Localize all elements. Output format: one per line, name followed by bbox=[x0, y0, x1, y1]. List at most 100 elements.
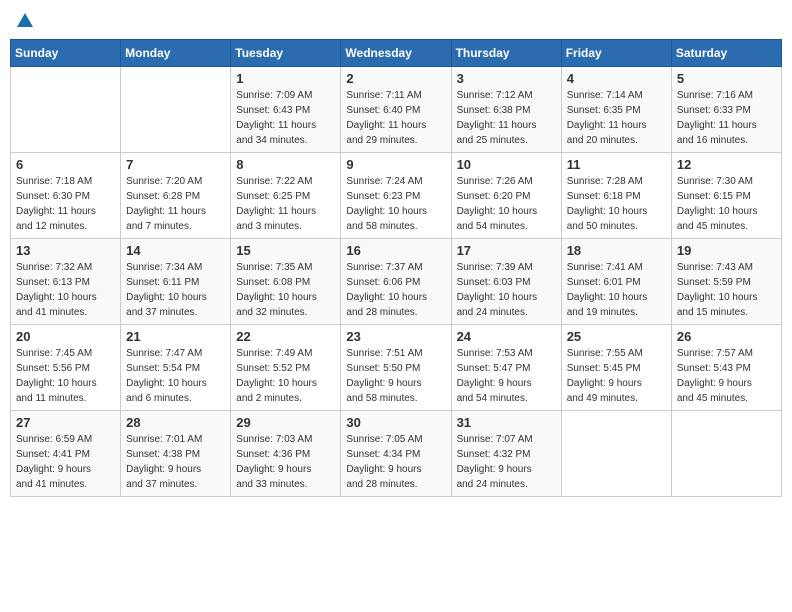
day-info: Sunrise: 7:49 AM Sunset: 5:52 PM Dayligh… bbox=[236, 346, 335, 406]
calendar-cell: 20 Sunrise: 7:45 AM Sunset: 5:56 PM Dayli… bbox=[11, 324, 121, 410]
calendar-table: SundayMondayTuesdayWednesdayThursdayFrid… bbox=[10, 39, 782, 497]
day-number: 15 bbox=[236, 243, 335, 258]
calendar-cell: 3 Sunrise: 7:12 AM Sunset: 6:38 PM Daylig… bbox=[451, 66, 561, 152]
calendar-cell: 14 Sunrise: 7:34 AM Sunset: 6:11 PM Dayli… bbox=[121, 238, 231, 324]
day-info: Sunrise: 7:51 AM Sunset: 5:50 PM Dayligh… bbox=[346, 346, 445, 406]
calendar-cell: 23 Sunrise: 7:51 AM Sunset: 5:50 PM Dayli… bbox=[341, 324, 451, 410]
day-number: 3 bbox=[457, 71, 556, 86]
day-info: Sunrise: 7:05 AM Sunset: 4:34 PM Dayligh… bbox=[346, 432, 445, 492]
calendar-cell: 9 Sunrise: 7:24 AM Sunset: 6:23 PM Daylig… bbox=[341, 152, 451, 238]
day-info: Sunrise: 7:35 AM Sunset: 6:08 PM Dayligh… bbox=[236, 260, 335, 320]
day-info: Sunrise: 7:55 AM Sunset: 5:45 PM Dayligh… bbox=[567, 346, 666, 406]
day-header-sunday: Sunday bbox=[11, 39, 121, 66]
day-number: 4 bbox=[567, 71, 666, 86]
day-number: 28 bbox=[126, 415, 225, 430]
day-number: 27 bbox=[16, 415, 115, 430]
day-info: Sunrise: 7:43 AM Sunset: 5:59 PM Dayligh… bbox=[677, 260, 776, 320]
day-info: Sunrise: 7:12 AM Sunset: 6:38 PM Dayligh… bbox=[457, 88, 556, 148]
calendar-cell bbox=[671, 410, 781, 496]
calendar-cell: 8 Sunrise: 7:22 AM Sunset: 6:25 PM Daylig… bbox=[231, 152, 341, 238]
calendar-cell: 1 Sunrise: 7:09 AM Sunset: 6:43 PM Daylig… bbox=[231, 66, 341, 152]
day-number: 23 bbox=[346, 329, 445, 344]
day-info: Sunrise: 7:18 AM Sunset: 6:30 PM Dayligh… bbox=[16, 174, 115, 234]
day-number: 13 bbox=[16, 243, 115, 258]
calendar-cell: 21 Sunrise: 7:47 AM Sunset: 5:54 PM Dayli… bbox=[121, 324, 231, 410]
day-header-saturday: Saturday bbox=[671, 39, 781, 66]
day-info: Sunrise: 7:20 AM Sunset: 6:28 PM Dayligh… bbox=[126, 174, 225, 234]
calendar-cell: 16 Sunrise: 7:37 AM Sunset: 6:06 PM Dayli… bbox=[341, 238, 451, 324]
day-info: Sunrise: 7:41 AM Sunset: 6:01 PM Dayligh… bbox=[567, 260, 666, 320]
day-number: 18 bbox=[567, 243, 666, 258]
day-number: 30 bbox=[346, 415, 445, 430]
calendar-cell: 17 Sunrise: 7:39 AM Sunset: 6:03 PM Dayli… bbox=[451, 238, 561, 324]
calendar-cell: 6 Sunrise: 7:18 AM Sunset: 6:30 PM Daylig… bbox=[11, 152, 121, 238]
day-number: 9 bbox=[346, 157, 445, 172]
day-info: Sunrise: 7:07 AM Sunset: 4:32 PM Dayligh… bbox=[457, 432, 556, 492]
day-number: 20 bbox=[16, 329, 115, 344]
day-number: 11 bbox=[567, 157, 666, 172]
day-info: Sunrise: 7:28 AM Sunset: 6:18 PM Dayligh… bbox=[567, 174, 666, 234]
day-number: 26 bbox=[677, 329, 776, 344]
day-info: Sunrise: 7:24 AM Sunset: 6:23 PM Dayligh… bbox=[346, 174, 445, 234]
calendar-cell: 2Sunrise: 7:11 AM Sunset: 6:40 PM Daylig… bbox=[341, 66, 451, 152]
calendar-cell: 29Sunrise: 7:03 AM Sunset: 4:36 PM Dayli… bbox=[231, 410, 341, 496]
calendar-cell: 15 Sunrise: 7:35 AM Sunset: 6:08 PM Dayli… bbox=[231, 238, 341, 324]
day-header-monday: Monday bbox=[121, 39, 231, 66]
calendar-cell: 25 Sunrise: 7:55 AM Sunset: 5:45 PM Dayli… bbox=[561, 324, 671, 410]
logo bbox=[14, 10, 35, 31]
day-header-wednesday: Wednesday bbox=[341, 39, 451, 66]
calendar-cell: 27 Sunrise: 6:59 AM Sunset: 4:41 PM Dayli… bbox=[11, 410, 121, 496]
day-number: 17 bbox=[457, 243, 556, 258]
calendar-cell: 7 Sunrise: 7:20 AM Sunset: 6:28 PM Daylig… bbox=[121, 152, 231, 238]
day-info: Sunrise: 7:37 AM Sunset: 6:06 PM Dayligh… bbox=[346, 260, 445, 320]
day-info: Sunrise: 7:01 AM Sunset: 4:38 PM Dayligh… bbox=[126, 432, 225, 492]
day-number: 25 bbox=[567, 329, 666, 344]
day-info: Sunrise: 7:16 AM Sunset: 6:33 PM Dayligh… bbox=[677, 88, 776, 148]
day-info: Sunrise: 7:39 AM Sunset: 6:03 PM Dayligh… bbox=[457, 260, 556, 320]
day-info: Sunrise: 7:26 AM Sunset: 6:20 PM Dayligh… bbox=[457, 174, 556, 234]
calendar-cell: 13 Sunrise: 7:32 AM Sunset: 6:13 PM Dayli… bbox=[11, 238, 121, 324]
calendar-cell: 26Sunrise: 7:57 AM Sunset: 5:43 PM Dayli… bbox=[671, 324, 781, 410]
page-header bbox=[10, 10, 782, 31]
day-info: Sunrise: 7:45 AM Sunset: 5:56 PM Dayligh… bbox=[16, 346, 115, 406]
day-number: 1 bbox=[236, 71, 335, 86]
day-number: 8 bbox=[236, 157, 335, 172]
day-number: 7 bbox=[126, 157, 225, 172]
calendar-cell: 10 Sunrise: 7:26 AM Sunset: 6:20 PM Dayli… bbox=[451, 152, 561, 238]
calendar-cell: 30 Sunrise: 7:05 AM Sunset: 4:34 PM Dayli… bbox=[341, 410, 451, 496]
calendar-cell: 18 Sunrise: 7:41 AM Sunset: 6:01 PM Dayli… bbox=[561, 238, 671, 324]
day-info: Sunrise: 7:14 AM Sunset: 6:35 PM Dayligh… bbox=[567, 88, 666, 148]
calendar-cell: 4 Sunrise: 7:14 AM Sunset: 6:35 PM Daylig… bbox=[561, 66, 671, 152]
day-info: Sunrise: 7:47 AM Sunset: 5:54 PM Dayligh… bbox=[126, 346, 225, 406]
day-number: 31 bbox=[457, 415, 556, 430]
calendar-cell: 31 Sunrise: 7:07 AM Sunset: 4:32 PM Dayli… bbox=[451, 410, 561, 496]
day-info: Sunrise: 7:09 AM Sunset: 6:43 PM Dayligh… bbox=[236, 88, 335, 148]
day-info: Sunrise: 6:59 AM Sunset: 4:41 PM Dayligh… bbox=[16, 432, 115, 492]
calendar-cell: 19 Sunrise: 7:43 AM Sunset: 5:59 PM Dayli… bbox=[671, 238, 781, 324]
day-info: Sunrise: 7:34 AM Sunset: 6:11 PM Dayligh… bbox=[126, 260, 225, 320]
day-info: Sunrise: 7:11 AM Sunset: 6:40 PM Dayligh… bbox=[346, 88, 445, 148]
calendar-cell: 11 Sunrise: 7:28 AM Sunset: 6:18 PM Dayli… bbox=[561, 152, 671, 238]
day-number: 6 bbox=[16, 157, 115, 172]
calendar-cell: 12Sunrise: 7:30 AM Sunset: 6:15 PM Dayli… bbox=[671, 152, 781, 238]
day-number: 16 bbox=[346, 243, 445, 258]
day-number: 5 bbox=[677, 71, 776, 86]
day-number: 19 bbox=[677, 243, 776, 258]
calendar-cell: 5 Sunrise: 7:16 AM Sunset: 6:33 PM Daylig… bbox=[671, 66, 781, 152]
day-header-thursday: Thursday bbox=[451, 39, 561, 66]
calendar-cell: 28 Sunrise: 7:01 AM Sunset: 4:38 PM Dayli… bbox=[121, 410, 231, 496]
logo-text bbox=[14, 10, 35, 31]
day-number: 22 bbox=[236, 329, 335, 344]
day-header-tuesday: Tuesday bbox=[231, 39, 341, 66]
day-number: 24 bbox=[457, 329, 556, 344]
day-number: 14 bbox=[126, 243, 225, 258]
day-number: 12 bbox=[677, 157, 776, 172]
day-number: 10 bbox=[457, 157, 556, 172]
day-info: Sunrise: 7:32 AM Sunset: 6:13 PM Dayligh… bbox=[16, 260, 115, 320]
calendar-cell bbox=[561, 410, 671, 496]
day-info: Sunrise: 7:22 AM Sunset: 6:25 PM Dayligh… bbox=[236, 174, 335, 234]
day-number: 21 bbox=[126, 329, 225, 344]
day-info: Sunrise: 7:53 AM Sunset: 5:47 PM Dayligh… bbox=[457, 346, 556, 406]
logo-icon bbox=[15, 11, 35, 31]
calendar-cell bbox=[121, 66, 231, 152]
